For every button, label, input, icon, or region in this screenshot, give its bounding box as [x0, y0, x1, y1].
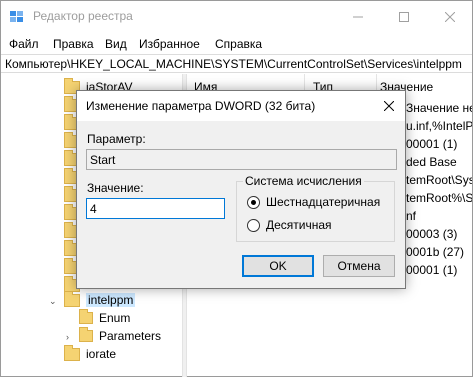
- tree-item-iorate[interactable]: iorate: [64, 344, 117, 363]
- tree-item-label: intelppm: [86, 293, 136, 307]
- tree-item-enum[interactable]: Enum: [79, 309, 130, 327]
- base-group-title: Система исчисления: [243, 174, 364, 188]
- menu-help[interactable]: Справка: [215, 37, 262, 51]
- dialog-close-button[interactable]: [373, 91, 405, 121]
- minimize-button[interactable]: [335, 1, 381, 32]
- menu-view[interactable]: Вид: [105, 37, 127, 51]
- parameter-label: Параметр:: [87, 132, 146, 146]
- parameter-name-value: Start: [90, 153, 116, 167]
- value-cell[interactable]: 00003 (3): [406, 227, 457, 241]
- tree-item-label: Parameters: [99, 329, 162, 343]
- close-icon: [445, 11, 455, 22]
- edit-dword-dialog: Изменение параметра DWORD (32 бита) Пара…: [76, 90, 406, 289]
- radio-dec-label: Десятичная: [266, 218, 332, 232]
- menu-bar: Файл Правка Вид Избранное Справка: [1, 34, 472, 54]
- ok-button[interactable]: OK: [242, 255, 314, 277]
- dialog-title: Изменение параметра DWORD (32 бита): [86, 99, 316, 113]
- value-cell[interactable]: Значение не при: [406, 101, 472, 115]
- menu-edit[interactable]: Правка: [53, 37, 94, 51]
- menu-file[interactable]: Файл: [9, 37, 39, 51]
- collapse-chevron-icon[interactable]: ⌄: [49, 296, 57, 307]
- radio-button[interactable]: [247, 218, 260, 232]
- value-cell[interactable]: u.inf,%IntelP: [406, 119, 472, 133]
- maximize-icon: [399, 11, 409, 22]
- folder-icon: [79, 327, 93, 342]
- radio-decimal[interactable]: Десятичная: [247, 218, 332, 232]
- menu-favorites[interactable]: Избранное: [139, 37, 200, 51]
- radio-button-selected[interactable]: [247, 195, 260, 209]
- title-bar[interactable]: Редактор реестра: [1, 1, 472, 32]
- folder-icon: [64, 344, 80, 361]
- tree-item-parameters[interactable]: Parameters: [79, 327, 161, 345]
- dialog-title-bar[interactable]: Изменение параметра DWORD (32 бита): [77, 91, 405, 121]
- base-groupbox: Система исчисления Шестнадцатеричная Дес…: [236, 174, 395, 242]
- folder-icon: [79, 309, 93, 324]
- radio-hex-label: Шестнадцатеричная: [266, 195, 381, 209]
- tree-item-label: iorate: [86, 347, 117, 361]
- tree-item-intelppm[interactable]: intelppm: [64, 290, 136, 309]
- value-cell[interactable]: temRoot%\S: [406, 191, 472, 205]
- value-cell[interactable]: 00001 (1): [406, 263, 457, 277]
- value-cell[interactable]: nf: [406, 209, 416, 223]
- folder-icon: [64, 290, 80, 307]
- address-path: Компьютер\HKEY_LOCAL_MACHINE\SYSTEM\Curr…: [5, 57, 462, 71]
- expand-chevron-icon[interactable]: ›: [66, 332, 69, 342]
- value-cell[interactable]: temRoot\Syst: [406, 173, 472, 187]
- radio-hexadecimal[interactable]: Шестнадцатеричная: [247, 195, 380, 209]
- maximize-button[interactable]: [381, 1, 427, 32]
- minimize-icon: [353, 16, 363, 17]
- value-label: Значение:: [87, 181, 144, 195]
- close-button[interactable]: [427, 1, 473, 32]
- registry-app-icon: [10, 11, 23, 22]
- value-cell[interactable]: ded Base: [406, 155, 457, 169]
- cancel-button[interactable]: Отмена: [323, 255, 395, 277]
- value-data-input[interactable]: [90, 202, 221, 216]
- close-icon: [384, 101, 394, 111]
- value-cell[interactable]: 0001b (27): [406, 245, 464, 259]
- address-bar[interactable]: Компьютер\HKEY_LOCAL_MACHINE\SYSTEM\Curr…: [1, 54, 472, 73]
- parameter-name-field: Start: [86, 149, 397, 170]
- window-title: Редактор реестра: [33, 9, 133, 23]
- tree-item-label: Enum: [99, 311, 131, 325]
- value-cell[interactable]: 00001 (1): [406, 137, 457, 151]
- value-data-field[interactable]: [86, 198, 225, 219]
